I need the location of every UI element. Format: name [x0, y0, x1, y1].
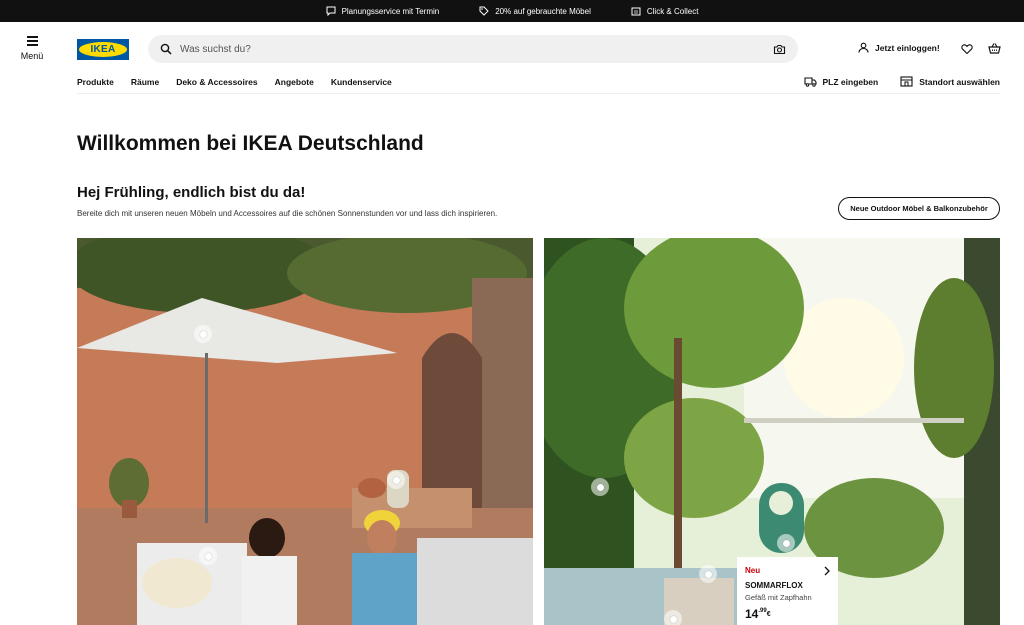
product-description: Gefäß mit Zapfhahn: [745, 593, 812, 602]
chat-icon: [326, 6, 336, 16]
patio-scene-image: [77, 238, 533, 625]
product-hotspot[interactable]: [591, 478, 609, 496]
store-icon: [900, 76, 913, 87]
menu-button[interactable]: Menü: [18, 36, 46, 61]
search-icon: [160, 43, 172, 55]
store-label: Standort auswählen: [919, 76, 1000, 87]
nav-item-angebote[interactable]: Angebote: [275, 77, 314, 87]
promo-label: Planungsservice mit Termin: [341, 6, 440, 16]
product-card-sommarflox[interactable]: Neu SOMMARFLOX Gefäß mit Zapfhahn 14 .99…: [737, 557, 838, 625]
search-input[interactable]: [180, 43, 773, 55]
page-title: Willkommen bei IKEA Deutschland: [77, 132, 424, 155]
promo-click-collect[interactable]: Click & Collect: [631, 6, 699, 16]
section-description: Bereite dich mit unseren neuen Möbeln un…: [77, 209, 498, 218]
menu-label: Menü: [20, 51, 44, 61]
price-decimal: .99: [758, 608, 767, 614]
nav-item-produkte[interactable]: Produkte: [77, 77, 114, 87]
login-label: Jetzt einloggen!: [875, 42, 940, 53]
product-name: SOMMARFLOX: [745, 581, 803, 590]
chevron-right-icon: [824, 566, 830, 576]
promo-label: Click & Collect: [646, 6, 699, 16]
plz-button[interactable]: PLZ eingeben: [803, 76, 879, 87]
nav-item-raeume[interactable]: Räume: [131, 77, 159, 87]
price-integer: 14: [745, 607, 759, 621]
promo-label: 20% auf gebrauchte Möbel: [495, 6, 591, 16]
user-icon: [858, 42, 869, 53]
camera-icon[interactable]: [773, 43, 786, 56]
nav-item-kundenservice[interactable]: Kundenservice: [331, 77, 392, 87]
ikea-logo[interactable]: IKEA: [77, 39, 129, 60]
product-hotspot[interactable]: [664, 610, 682, 625]
nav-item-deko[interactable]: Deko & Accessoires: [176, 77, 257, 87]
location-nav: PLZ eingeben Standort auswählen: [803, 76, 1000, 87]
plz-label: PLZ eingeben: [822, 76, 879, 87]
truck-icon: [803, 77, 817, 87]
product-price: 14 .99 €: [745, 607, 830, 621]
outdoor-furniture-button[interactable]: Neue Outdoor Möbel & Balkonzubehör: [838, 197, 1000, 220]
product-hotspot[interactable]: [777, 534, 795, 552]
header-divider: [77, 93, 1000, 94]
product-hotspot[interactable]: [194, 325, 212, 343]
product-hotspot[interactable]: [199, 547, 217, 565]
logo-text: IKEA: [90, 44, 116, 55]
new-badge: Neu: [745, 566, 761, 575]
product-hotspot[interactable]: [387, 471, 405, 489]
promo-bar: Planungsservice mit Termin 20% auf gebra…: [0, 0, 1024, 22]
hamburger-icon: [26, 36, 38, 46]
login-button[interactable]: Jetzt einloggen!: [858, 42, 940, 53]
hero-image-patio[interactable]: [77, 238, 533, 625]
price-currency: €: [766, 611, 771, 618]
promo-planungsservice[interactable]: Planungsservice mit Termin: [326, 6, 440, 16]
main-nav: Produkte Räume Deko & Accessoires Angebo…: [77, 77, 392, 87]
section-title: Hej Frühling, endlich bist du da!: [77, 184, 306, 201]
heart-icon[interactable]: [961, 43, 973, 55]
product-hotspot[interactable]: [699, 565, 717, 583]
tag-icon: [479, 6, 489, 16]
cart-icon[interactable]: [988, 42, 1001, 55]
store-select-button[interactable]: Standort auswählen: [900, 76, 1000, 87]
store-icon: [631, 7, 641, 16]
search-bar[interactable]: [148, 35, 798, 63]
promo-gebrauchte-moebel[interactable]: 20% auf gebrauchte Möbel: [479, 6, 591, 16]
